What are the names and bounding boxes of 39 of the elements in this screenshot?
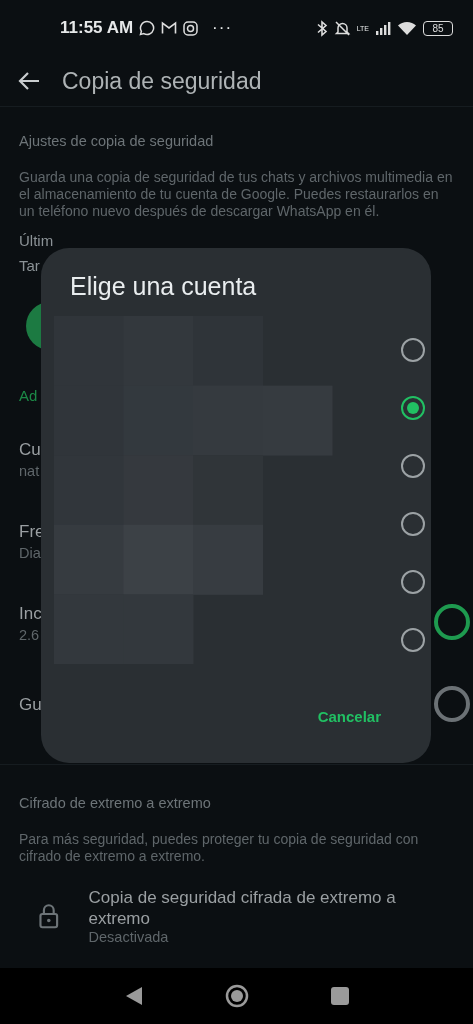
more-notifications: ··· [212, 18, 233, 38]
camera-icon [183, 20, 199, 36]
radio-button[interactable] [401, 338, 425, 362]
mail-icon [161, 21, 178, 35]
section-header: Cifrado de extremo a extremo [19, 795, 212, 811]
backup-size-text: Tar [19, 257, 40, 274]
page-title: Copia de seguridad [62, 67, 262, 95]
home-icon[interactable] [224, 984, 249, 1008]
radio-button[interactable] [401, 454, 425, 478]
radio-button[interactable] [401, 628, 425, 652]
bell-off-icon [333, 19, 351, 37]
setting-value: 2.6 [19, 626, 40, 643]
radio-button[interactable] [401, 512, 425, 536]
setting-title[interactable]: Copia de seguridad cifrada de extremo a extremo [88, 887, 454, 929]
section-header: Ajustes de copia de seguridad [19, 133, 215, 149]
section-description: Para más seguridad, puedes proteger tu copia de seguridad con cifrado de extremo a extremo. [19, 831, 420, 865]
last-backup-text: Últim [19, 232, 54, 249]
chat-bubble-icon [139, 20, 156, 36]
dialog-title: Elige una cuenta [70, 272, 257, 301]
signal-icon [375, 21, 391, 35]
setting-value: Desactivada [88, 929, 170, 945]
setting-title[interactable]: Inc [19, 603, 42, 624]
setting-title[interactable]: Cu [19, 439, 41, 460]
lock-icon [39, 903, 59, 929]
back-icon[interactable] [124, 986, 143, 1006]
status-time: 11:55 AM [60, 18, 134, 38]
radio-button[interactable] [401, 570, 425, 594]
back-arrow-icon[interactable] [18, 71, 40, 91]
bluetooth-icon [315, 19, 328, 37]
setting-title[interactable]: Gu [19, 695, 42, 715]
setting-value: Dia [19, 544, 41, 561]
setting-value: nat [19, 462, 40, 479]
manage-link[interactable]: Ad [19, 387, 38, 404]
cancel-button[interactable]: Cancelar [317, 706, 381, 727]
recents-icon[interactable] [330, 987, 349, 1005]
wifi-icon [397, 20, 417, 36]
radio-button[interactable] [401, 396, 425, 420]
battery-icon: 85 [423, 20, 453, 36]
section-description: Guarda una copia de seguridad de tus chats y archivos multimedia en el almacenamiento de tu cuenta de Google. Puedes restaurarlos en un teléfono nuevo después de descargar WhatsApp en él. [19, 169, 454, 220]
